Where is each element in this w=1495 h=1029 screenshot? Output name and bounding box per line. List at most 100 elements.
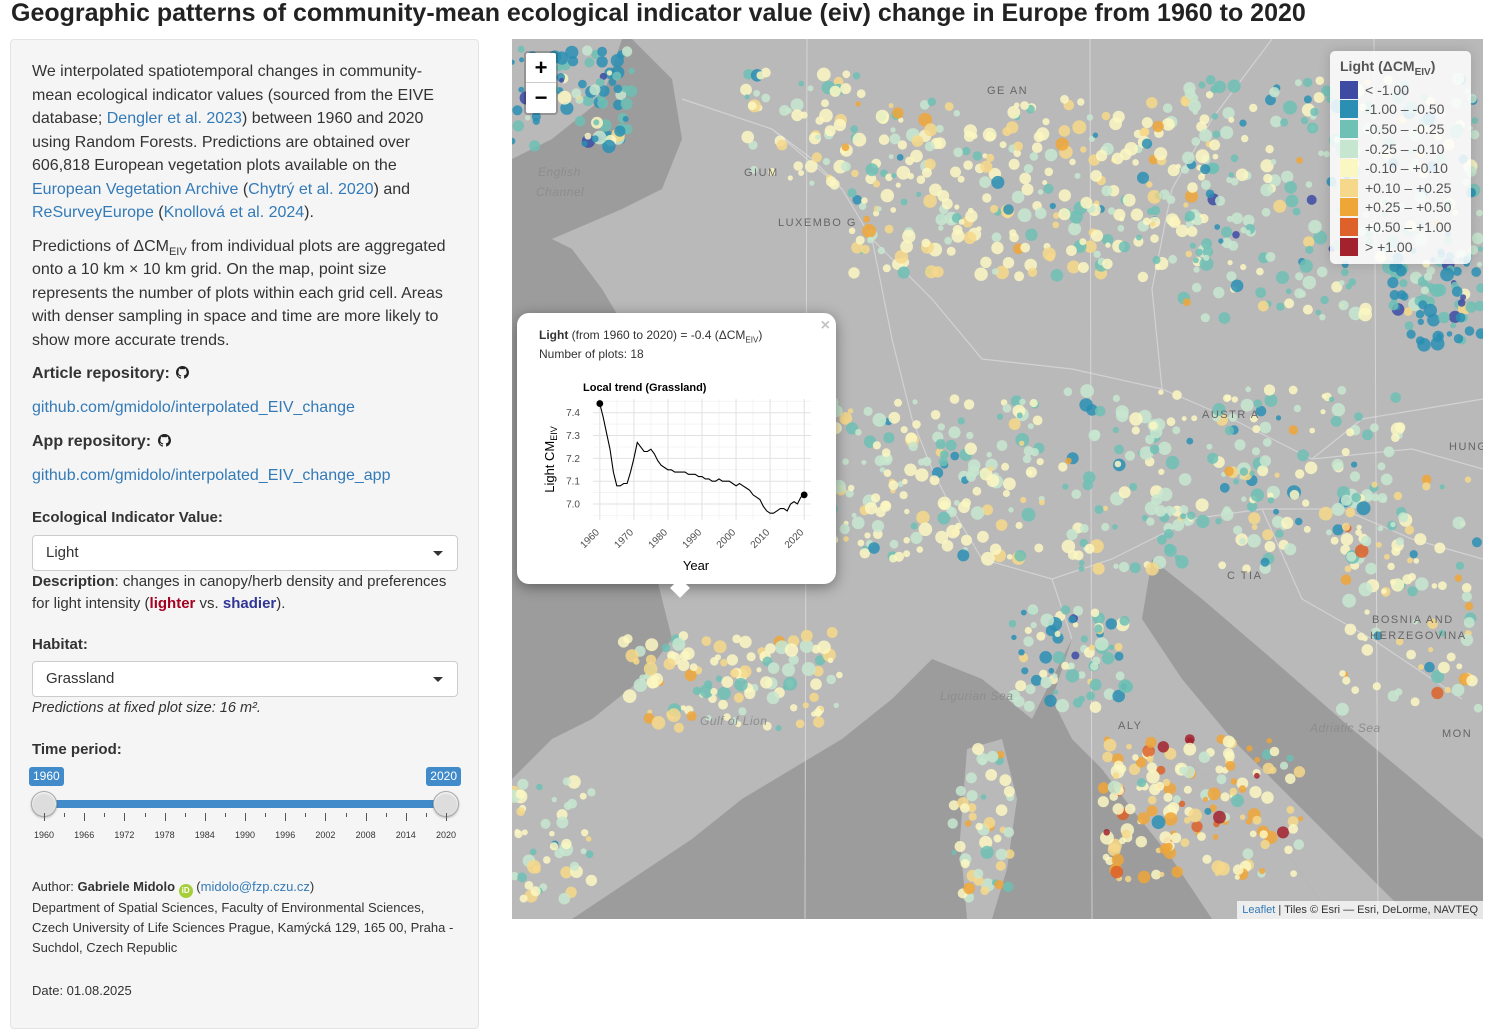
plot-point[interactable] bbox=[892, 107, 904, 119]
plot-point[interactable] bbox=[1249, 830, 1257, 838]
plot-point[interactable] bbox=[995, 804, 1008, 816]
plot-point[interactable] bbox=[1316, 266, 1328, 278]
plot-point[interactable] bbox=[982, 193, 992, 203]
plot-point[interactable] bbox=[1002, 127, 1012, 137]
plot-point[interactable] bbox=[1218, 312, 1231, 324]
plot-point[interactable] bbox=[1234, 874, 1240, 880]
plot-point[interactable] bbox=[1191, 137, 1201, 146]
plot-point[interactable] bbox=[966, 790, 978, 802]
plot-point[interactable] bbox=[1315, 309, 1322, 316]
plot-point[interactable] bbox=[1141, 138, 1153, 149]
plot-point[interactable] bbox=[1102, 258, 1113, 270]
plot-point[interactable] bbox=[1025, 684, 1036, 695]
plot-point[interactable] bbox=[999, 141, 1007, 149]
plot-point[interactable] bbox=[1129, 482, 1138, 491]
plot-point[interactable] bbox=[839, 523, 850, 535]
plot-point[interactable] bbox=[1360, 535, 1372, 547]
plot-point[interactable] bbox=[1166, 417, 1176, 427]
plot-point[interactable] bbox=[1121, 829, 1131, 839]
plot-point[interactable] bbox=[1453, 334, 1464, 344]
time-period-slider[interactable]: 1960 2020 1960 1966 1972 1978 1984 1990 1996 20… bbox=[29, 767, 461, 840]
plot-point[interactable] bbox=[1354, 412, 1363, 421]
plot-point[interactable] bbox=[923, 194, 937, 208]
plot-point[interactable] bbox=[1461, 583, 1472, 593]
plot-point[interactable] bbox=[1348, 278, 1357, 286]
plot-point[interactable] bbox=[1043, 183, 1054, 194]
plot-point[interactable] bbox=[1214, 224, 1221, 230]
plot-point[interactable] bbox=[1356, 524, 1362, 530]
plot-point[interactable] bbox=[1071, 489, 1082, 500]
plot-point[interactable] bbox=[907, 173, 914, 180]
plot-point[interactable] bbox=[1149, 221, 1156, 227]
plot-point[interactable] bbox=[1095, 149, 1108, 162]
plot-point[interactable] bbox=[897, 140, 908, 150]
plot-point[interactable] bbox=[1002, 881, 1014, 893]
plot-point[interactable] bbox=[1428, 647, 1434, 653]
plot-point[interactable] bbox=[1298, 816, 1304, 822]
plot-point[interactable] bbox=[950, 166, 961, 178]
plot-point[interactable] bbox=[1031, 142, 1043, 153]
plot-point[interactable] bbox=[1408, 573, 1416, 581]
plot-point[interactable] bbox=[1129, 562, 1141, 574]
orcid-icon[interactable]: iD bbox=[178, 884, 193, 898]
plot-point[interactable] bbox=[1050, 269, 1064, 282]
plot-point[interactable] bbox=[1189, 242, 1196, 249]
plot-point[interactable] bbox=[1381, 588, 1387, 594]
plot-point[interactable] bbox=[910, 149, 923, 163]
plot-point[interactable] bbox=[1246, 745, 1253, 752]
plot-point[interactable] bbox=[1007, 105, 1021, 119]
plot-point[interactable] bbox=[710, 687, 718, 696]
plot-point[interactable] bbox=[924, 123, 938, 137]
plot-point[interactable] bbox=[1281, 516, 1294, 529]
plot-point[interactable] bbox=[1079, 238, 1087, 246]
plot-point[interactable] bbox=[957, 417, 965, 425]
plot-point[interactable] bbox=[1239, 119, 1247, 127]
plot-point[interactable] bbox=[1163, 528, 1174, 539]
plot-point[interactable] bbox=[1038, 499, 1045, 506]
plot-point[interactable] bbox=[701, 636, 712, 646]
plot-point[interactable] bbox=[864, 532, 871, 539]
plot-point[interactable] bbox=[591, 135, 599, 143]
plot-point[interactable] bbox=[1457, 299, 1466, 307]
plot-point[interactable] bbox=[852, 72, 861, 80]
plot-point[interactable] bbox=[1040, 613, 1054, 628]
plot-point[interactable] bbox=[787, 175, 793, 181]
plot-point[interactable] bbox=[843, 536, 849, 542]
plot-point[interactable] bbox=[1145, 736, 1157, 748]
plot-point[interactable] bbox=[960, 859, 970, 869]
plot-point[interactable] bbox=[1015, 680, 1027, 692]
plot-point[interactable] bbox=[1294, 517, 1303, 526]
plot-point[interactable] bbox=[888, 103, 894, 109]
plot-point[interactable] bbox=[536, 783, 543, 791]
plot-point[interactable] bbox=[663, 658, 676, 670]
plot-point[interactable] bbox=[1109, 117, 1122, 131]
plot-point[interactable] bbox=[1415, 336, 1425, 346]
plot-point[interactable] bbox=[710, 657, 719, 666]
plot-point[interactable] bbox=[1376, 541, 1382, 548]
plot-point[interactable] bbox=[1097, 782, 1110, 794]
plot-point[interactable] bbox=[1414, 533, 1427, 546]
plot-point[interactable] bbox=[1014, 271, 1025, 282]
plot-point[interactable] bbox=[661, 643, 671, 653]
plot-point[interactable] bbox=[962, 147, 971, 156]
plot-point[interactable] bbox=[1162, 103, 1173, 113]
plot-point[interactable] bbox=[877, 246, 885, 255]
plot-point[interactable] bbox=[1026, 469, 1033, 476]
plot-point[interactable] bbox=[1155, 781, 1165, 791]
plot-point[interactable] bbox=[1018, 649, 1025, 656]
plot-point[interactable] bbox=[1060, 605, 1071, 615]
plot-point[interactable] bbox=[1305, 181, 1313, 188]
plot-point[interactable] bbox=[826, 176, 837, 187]
plot-point[interactable] bbox=[585, 836, 592, 842]
plot-point[interactable] bbox=[1264, 541, 1276, 552]
plot-point[interactable] bbox=[622, 689, 637, 703]
plot-point[interactable] bbox=[1265, 252, 1276, 262]
plot-point[interactable] bbox=[880, 188, 894, 203]
plot-point[interactable] bbox=[1137, 271, 1149, 283]
plot-point[interactable] bbox=[902, 478, 908, 485]
plot-point[interactable] bbox=[1066, 528, 1078, 541]
plot-point[interactable] bbox=[1094, 505, 1104, 514]
plot-point[interactable] bbox=[519, 894, 528, 903]
plot-point[interactable] bbox=[517, 45, 525, 53]
plot-point[interactable] bbox=[1318, 506, 1333, 521]
